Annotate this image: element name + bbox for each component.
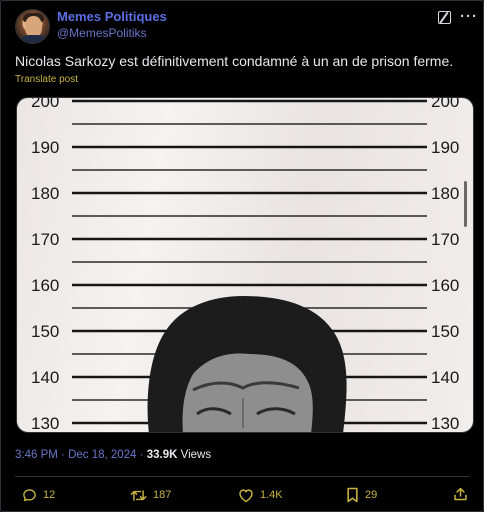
more-options-icon[interactable]: ··· xyxy=(460,8,478,25)
height-label-right: 190 xyxy=(431,138,459,157)
height-label-right: 140 xyxy=(431,368,459,387)
height-label-left: 150 xyxy=(31,322,59,341)
share-button[interactable] xyxy=(453,486,468,507)
scrollbar-thumb[interactable] xyxy=(464,181,467,227)
repost-icon xyxy=(130,489,147,501)
post-date[interactable]: Dec 18, 2024 xyxy=(68,449,136,461)
views-count: 33.9K xyxy=(146,449,178,461)
like-button[interactable]: 1.4K xyxy=(238,487,283,503)
height-label-left: 180 xyxy=(31,184,59,203)
translate-post-link[interactable]: Translate post xyxy=(15,74,78,85)
like-count: 1.4K xyxy=(260,489,283,501)
avatar[interactable] xyxy=(15,9,50,44)
bookmark-count: 29 xyxy=(365,489,378,501)
height-label-right: 170 xyxy=(431,230,459,249)
tweet-image[interactable]: 200 200 190 190 180 180 170 170 160 160 150 150 140 1… xyxy=(16,97,474,433)
reply-button[interactable]: 12 xyxy=(22,487,55,503)
grok-icon[interactable] xyxy=(438,11,451,24)
repost-button[interactable]: 187 xyxy=(130,487,171,503)
display-name[interactable]: Memes Politiques xyxy=(57,9,167,24)
height-label-left: 170 xyxy=(31,230,59,249)
height-label-left: 160 xyxy=(31,276,59,295)
heart-icon xyxy=(239,488,253,502)
reply-count: 12 xyxy=(43,489,56,501)
height-label-left: 140 xyxy=(31,368,59,387)
reply-icon xyxy=(23,488,36,501)
height-label-left: 200 xyxy=(31,98,59,111)
share-icon xyxy=(454,487,467,501)
meta-separator: · xyxy=(139,449,144,461)
bookmark-icon xyxy=(347,487,358,503)
height-label-left: 190 xyxy=(31,138,59,157)
height-label-right: 200 xyxy=(431,98,459,111)
tweet-text: Nicolas Sarkozy est définitivement conda… xyxy=(15,53,454,69)
bookmark-button[interactable]: 29 xyxy=(346,487,377,503)
height-label-right: 180 xyxy=(431,184,459,203)
height-label-left: 130 xyxy=(31,414,59,433)
height-label-right: 130 xyxy=(431,414,459,433)
views-label: Views xyxy=(180,449,212,461)
tweet-meta: 3:46 PM · Dec 18, 2024 · 33.9K Views xyxy=(15,449,211,461)
height-label-right: 150 xyxy=(431,322,459,341)
meta-separator: · xyxy=(61,449,65,461)
mugshot-height-chart: 200 200 190 190 180 180 170 170 160 160 150 150 140 1… xyxy=(31,98,459,433)
divider xyxy=(15,476,470,477)
repost-count: 187 xyxy=(153,489,172,501)
height-label-right: 160 xyxy=(431,276,459,295)
user-handle[interactable]: @MemesPolitiks xyxy=(57,26,147,40)
post-time[interactable]: 3:46 PM xyxy=(15,449,58,461)
